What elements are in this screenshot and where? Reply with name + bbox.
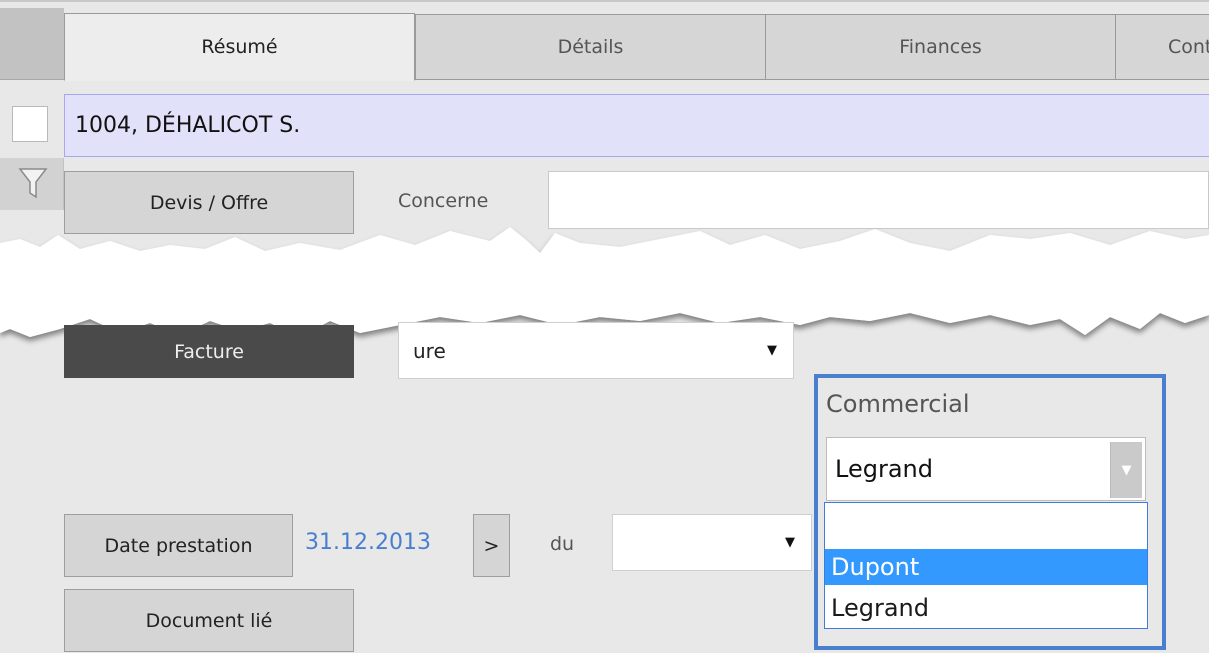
document-lie-button[interactable]: Document lié [64, 589, 354, 652]
next-date-button[interactable]: > [473, 514, 510, 577]
dropdown-arrow-icon[interactable]: ▼ [1110, 442, 1142, 498]
date-prestation-button[interactable]: Date prestation [64, 514, 293, 577]
client-name: 1004, DÉHALICOT S. [75, 113, 301, 138]
tab-contacts[interactable]: Cont [1115, 14, 1209, 80]
facture-type-value: ure [413, 338, 446, 363]
top-strip [0, 0, 1209, 8]
option-legrand[interactable]: Legrand [825, 590, 1147, 626]
funnel-icon[interactable] [18, 166, 48, 200]
option-dupont[interactable]: Dupont [825, 549, 1147, 585]
commercial-select[interactable]: Legrand [826, 437, 1146, 501]
chevron-down-icon: ▼ [785, 535, 795, 550]
client-name-bar: 1004, DÉHALICOT S. [64, 94, 1209, 157]
tab-details[interactable]: Détails [415, 14, 766, 80]
du-select[interactable]: ▼ [612, 514, 812, 571]
option-empty[interactable] [825, 505, 1147, 541]
commercial-label: Commercial [826, 390, 970, 418]
row-select-checkbox[interactable] [12, 106, 48, 142]
date-prestation-value[interactable]: 31.12.2013 [305, 530, 431, 555]
tab-resume[interactable]: Résumé [64, 13, 415, 81]
commercial-selected-value: Legrand [835, 455, 933, 483]
tab-finances[interactable]: Finances [765, 14, 1116, 80]
facture-button-label: Facture [174, 340, 244, 363]
chevron-down-icon: ▼ [767, 343, 777, 358]
corner-block [0, 8, 64, 80]
commercial-dropdown-list: Dupont Legrand [824, 502, 1148, 629]
facture-button[interactable]: Facture [64, 325, 354, 378]
du-label: du [550, 533, 575, 555]
facture-type-select[interactable]: ure ▼ [398, 322, 794, 379]
